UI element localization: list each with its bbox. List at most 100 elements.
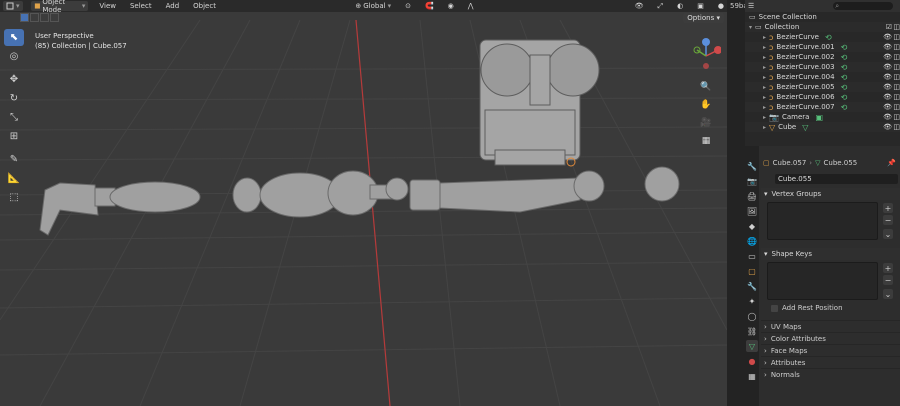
- eye-icon[interactable]: 👁: [883, 63, 892, 71]
- outliner-item[interactable]: ▸ ↄ BezierCurve.002 ⟲ 👁 ◫: [745, 52, 900, 62]
- scale-tool[interactable]: ⤡: [4, 109, 24, 126]
- transform-tool[interactable]: ⊞: [4, 128, 24, 145]
- eye-icon[interactable]: 👁: [883, 123, 892, 131]
- eye-icon[interactable]: 👁: [883, 83, 892, 91]
- remove-vertex-group-button[interactable]: −: [883, 215, 893, 225]
- scene-collection-row[interactable]: ▭ Scene Collection: [745, 12, 900, 22]
- collection-row[interactable]: ▾ ▭ Collection ☑ ◫: [745, 22, 900, 32]
- outliner-item[interactable]: ▸ ↄ BezierCurve.003 ⟲ 👁 ◫: [745, 62, 900, 72]
- ortho-grid-icon[interactable]: ▦: [699, 134, 713, 148]
- vertex-group-menu-button[interactable]: ⌄: [883, 229, 893, 239]
- snap-icon[interactable]: 🧲: [422, 1, 437, 11]
- view-layer-tab-icon[interactable]: 🖼: [746, 205, 758, 217]
- select-extend-icon[interactable]: [30, 13, 39, 22]
- render-icon[interactable]: ◫: [893, 113, 900, 121]
- render-icon[interactable]: ◫: [893, 103, 900, 111]
- 3d-viewport[interactable]: ▾ Object Mode ▾ View Select Add Object ⊕…: [0, 0, 727, 406]
- add-rest-position-checkbox[interactable]: [771, 304, 778, 312]
- vertex-groups-panel-header[interactable]: ▾ Vertex Groups: [761, 188, 900, 200]
- render-icon[interactable]: ◫: [893, 93, 900, 101]
- editor-type-button[interactable]: ▾: [3, 1, 23, 11]
- viewport-scene[interactable]: [0, 0, 727, 406]
- annotate-tool[interactable]: ✎: [4, 151, 24, 168]
- render-icon[interactable]: ◫: [893, 43, 900, 51]
- face-maps-panel-header[interactable]: › Face Maps: [761, 344, 900, 356]
- select-subtract-icon[interactable]: [40, 13, 49, 22]
- menu-object[interactable]: Object: [190, 1, 219, 11]
- render-icon[interactable]: ◫: [893, 53, 900, 61]
- overlay-icon[interactable]: ◐: [674, 1, 686, 11]
- mesh-data-tab-icon[interactable]: ▽: [746, 340, 758, 352]
- axis-gizmo[interactable]: [691, 36, 721, 76]
- outliner-item[interactable]: ▸ ↄ BezierCurve ⟲ 👁 ◫: [745, 32, 900, 42]
- remove-shape-key-button[interactable]: −: [883, 275, 893, 285]
- camera-view-icon[interactable]: 🎥: [699, 116, 713, 130]
- visibility-icon[interactable]: 👁: [632, 1, 647, 11]
- texture-tab-icon[interactable]: ▦: [746, 370, 758, 382]
- menu-add[interactable]: Add: [163, 1, 183, 11]
- world-tab-icon[interactable]: 🌐: [746, 235, 758, 247]
- menu-select[interactable]: Select: [127, 1, 155, 11]
- particles-tab-icon[interactable]: ✦: [746, 295, 758, 307]
- object-tab-icon[interactable]: ▢: [746, 265, 758, 277]
- render-icon[interactable]: ◫: [893, 33, 900, 41]
- uv-maps-panel-header[interactable]: › UV Maps: [761, 320, 900, 332]
- render-tab-icon[interactable]: 📷: [746, 175, 758, 187]
- select-box-tool[interactable]: ⬉: [4, 29, 24, 46]
- render-icon[interactable]: ◫: [893, 63, 900, 71]
- head-mesh[interactable]: [479, 39, 600, 166]
- modifier-tab-icon[interactable]: 🔧: [746, 280, 758, 292]
- outliner-item[interactable]: ▸ ↄ BezierCurve.004 ⟲ 👁 ◫: [745, 72, 900, 82]
- options-dropdown[interactable]: Options ▾: [683, 13, 724, 23]
- render-icon[interactable]: ◫: [893, 123, 900, 131]
- normals-panel-header[interactable]: › Normals: [761, 368, 900, 380]
- add-rest-position-row[interactable]: Add Rest Position: [761, 302, 900, 314]
- outliner-item[interactable]: ▸ 📷 Camera ▣ 👁 ◫: [745, 112, 900, 122]
- pan-hand-icon[interactable]: ✋: [699, 98, 713, 112]
- physics-tab-icon[interactable]: ◯: [746, 310, 758, 322]
- arm-mesh[interactable]: [39, 166, 680, 236]
- mesh-name-field[interactable]: Cube.055: [775, 174, 898, 184]
- eye-icon[interactable]: 👁: [883, 33, 892, 41]
- eye-icon[interactable]: 👁: [883, 93, 892, 101]
- menu-view[interactable]: View: [96, 1, 119, 11]
- mode-dropdown[interactable]: Object Mode ▾: [30, 0, 89, 14]
- scene-tab-icon[interactable]: ◆: [746, 220, 758, 232]
- constraints-tab-icon[interactable]: ⛓: [746, 325, 758, 337]
- zoom-icon[interactable]: 🔍: [699, 80, 713, 94]
- output-tab-icon[interactable]: 🖨: [746, 190, 758, 202]
- outliner-item[interactable]: ▸ ▽ Cube ▽ 👁 ◫: [745, 122, 900, 132]
- pin-icon[interactable]: 📌: [887, 159, 896, 167]
- tool-tab-icon[interactable]: 🔧: [746, 160, 758, 172]
- select-intersect-icon[interactable]: [50, 13, 59, 22]
- pivot-icon[interactable]: ⊙: [402, 1, 414, 11]
- outliner-item[interactable]: ▸ ↄ BezierCurve.001 ⟲ 👁 ◫: [745, 42, 900, 52]
- eye-icon[interactable]: 👁: [883, 113, 892, 121]
- xray-icon[interactable]: ▣: [694, 1, 707, 11]
- eye-icon[interactable]: 👁: [883, 103, 892, 111]
- collection-tab-icon[interactable]: ▭: [746, 250, 758, 262]
- cursor-tool[interactable]: ◎: [4, 48, 24, 65]
- add-shape-key-button[interactable]: +: [883, 263, 893, 273]
- attributes-panel-header[interactable]: › Attributes: [761, 356, 900, 368]
- add-vertex-group-button[interactable]: +: [883, 203, 893, 213]
- add-cube-tool[interactable]: ⬚: [4, 189, 24, 206]
- move-tool[interactable]: ✥: [4, 71, 24, 88]
- select-new-icon[interactable]: [20, 13, 29, 22]
- eye-icon[interactable]: 👁: [883, 43, 892, 51]
- eye-icon[interactable]: 👁: [883, 53, 892, 61]
- render-icon[interactable]: ◫: [893, 83, 900, 91]
- rotate-tool[interactable]: ↻: [4, 90, 24, 107]
- measure-tool[interactable]: 📐: [4, 170, 24, 187]
- proportional-edit-icon[interactable]: ◉: [445, 1, 457, 11]
- outliner-item[interactable]: ▸ ↄ BezierCurve.006 ⟲ 👁 ◫: [745, 92, 900, 102]
- shape-keys-panel-header[interactable]: ▾ Shape Keys: [761, 248, 900, 260]
- outliner-item[interactable]: ▸ ↄ BezierCurve.005 ⟲ 👁 ◫: [745, 82, 900, 92]
- eye-icon[interactable]: 👁: [883, 73, 892, 81]
- falloff-icon[interactable]: ⋀: [465, 1, 477, 11]
- outliner-editor-icon[interactable]: ☰: [748, 2, 754, 10]
- material-tab-icon[interactable]: ●: [746, 355, 758, 367]
- shape-keys-list[interactable]: + − ⌄: [767, 262, 893, 300]
- render-icon[interactable]: ◫: [893, 73, 900, 81]
- gizmo-icon[interactable]: ⤢: [655, 1, 667, 11]
